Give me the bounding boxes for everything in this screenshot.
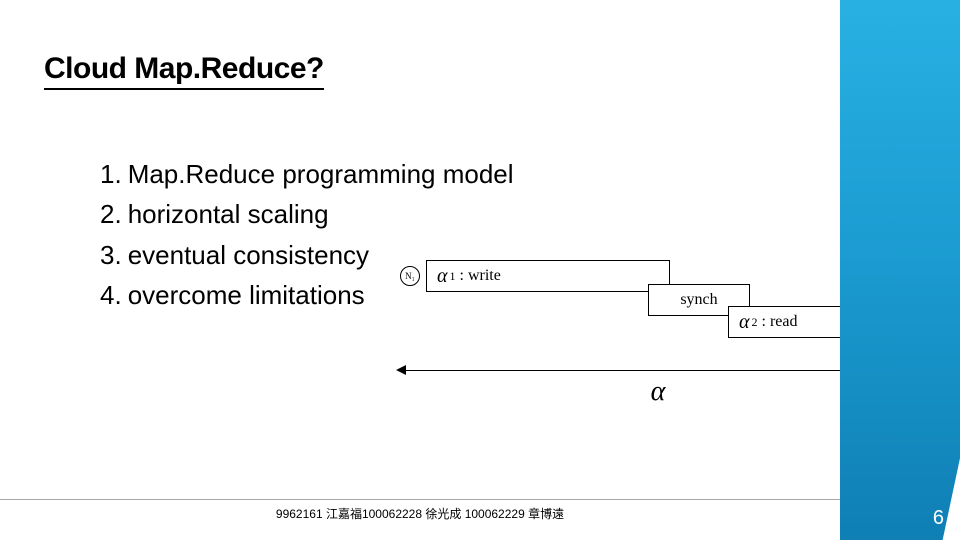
page-number: 6 xyxy=(933,507,944,530)
read-box: α2 : read xyxy=(728,306,900,338)
slide-title-text: Cloud Map.Reduce? xyxy=(44,52,324,90)
list-item-number: 3. xyxy=(100,240,122,270)
list-item: 2.horizontal scaling xyxy=(100,194,514,234)
read-text: : read xyxy=(762,313,798,331)
node-n1: N₁ xyxy=(400,266,420,286)
timeline-line xyxy=(400,370,916,371)
alpha-subscript: 1 xyxy=(450,269,456,284)
write-box: α1 : write xyxy=(426,260,670,292)
footer-divider xyxy=(0,499,840,500)
list-item-text: Map.Reduce programming model xyxy=(128,159,514,189)
list-item-text: horizontal scaling xyxy=(128,199,329,229)
alpha-symbol: α xyxy=(437,265,448,288)
footer-credits: 9962161 江嘉福100062228 徐光成 100062229 章博遠 xyxy=(0,505,840,522)
list-item-text: eventual consistency xyxy=(128,240,369,270)
arrow-right-icon xyxy=(910,365,920,375)
list-item-text: overcome limitations xyxy=(128,280,365,310)
list-item-number: 4. xyxy=(100,280,122,310)
slide-title: Cloud Map.Reduce? xyxy=(44,52,324,90)
slide: Cloud Map.Reduce? 1.Map.Reduce programmi… xyxy=(0,0,960,540)
alpha-subscript: 2 xyxy=(752,315,758,330)
list-item: 1.Map.Reduce programming model xyxy=(100,154,514,194)
timeline-alpha: α xyxy=(651,376,666,408)
arrow-left-icon xyxy=(396,365,406,375)
list-item-number: 2. xyxy=(100,199,122,229)
alpha-symbol: α xyxy=(739,311,750,334)
consistency-diagram: N₁ α1: write synch N₂ α2: read α xyxy=(398,260,918,440)
write-text: : write xyxy=(460,267,501,285)
list-item-number: 1. xyxy=(100,159,122,189)
